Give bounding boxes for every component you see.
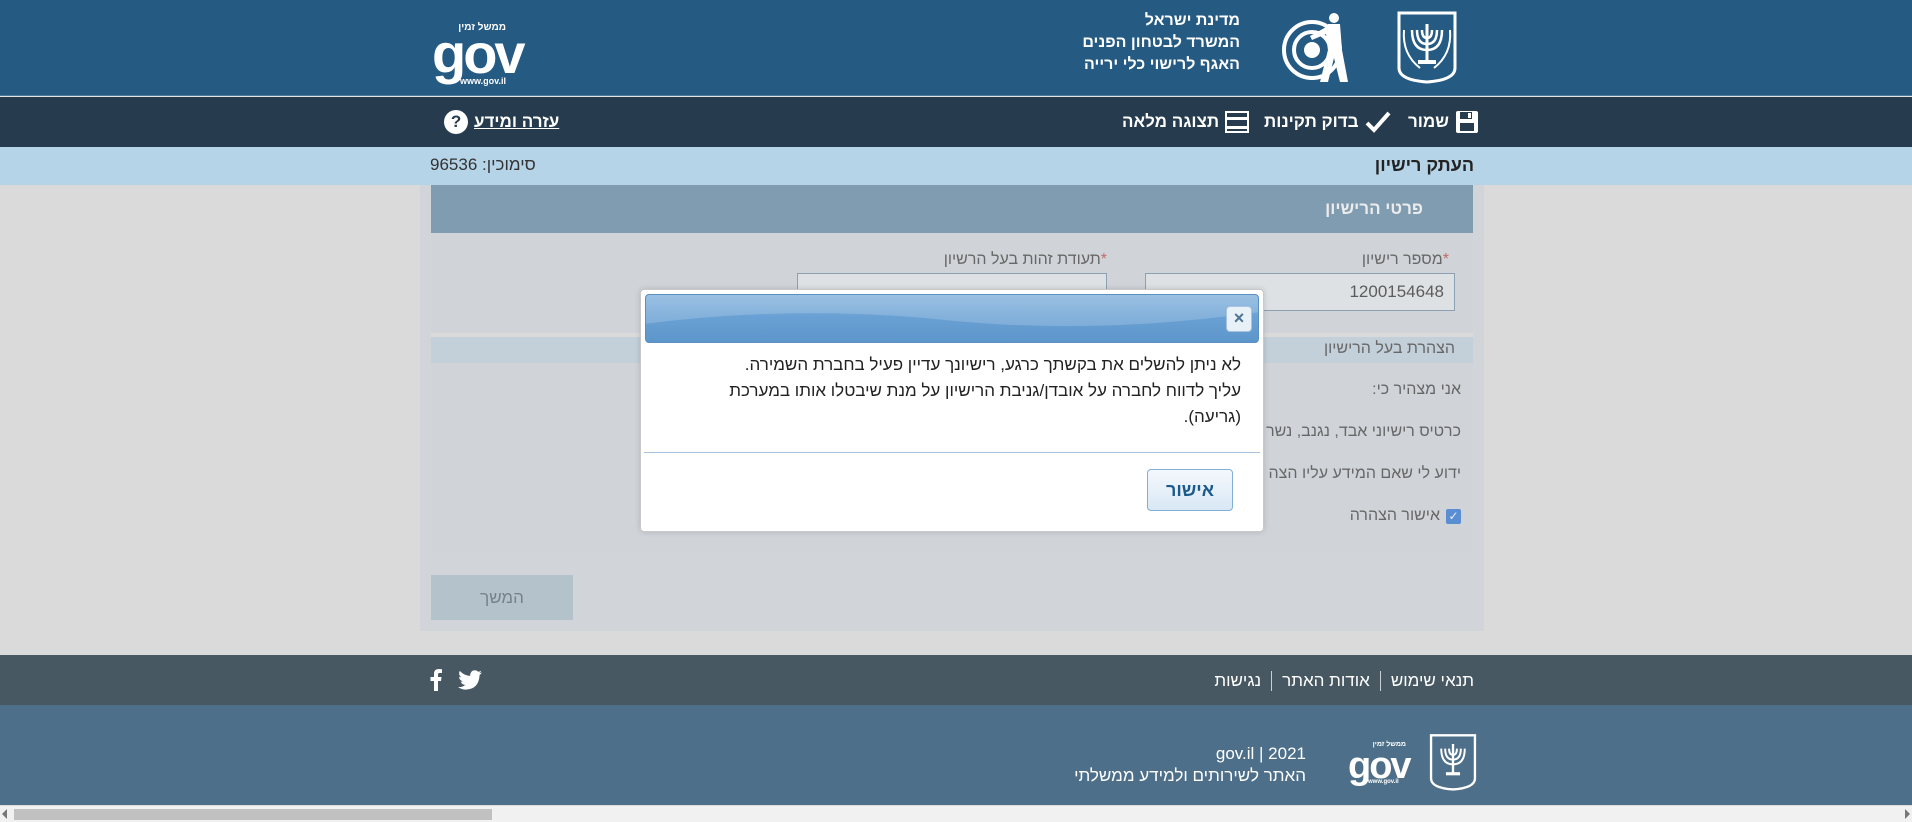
footer-links-bar: תנאי שימוש אודות האתר נגישות xyxy=(0,655,1912,705)
twitter-icon[interactable] xyxy=(458,670,482,690)
ministry-line-2: המשרד לבטחון הפנים xyxy=(1082,34,1240,51)
footer-gov-logo-url: www.gov.il xyxy=(1368,779,1399,785)
target-shooter-logo xyxy=(1282,13,1348,82)
titlebar-wave-decoration xyxy=(646,295,1258,327)
dialog-message-line-2: עליך לדווח לחברה על אובדן/גניבת הרישיון … xyxy=(729,381,1241,400)
footer-link-terms[interactable]: תנאי שימוש xyxy=(1379,671,1474,691)
dialog-titlebar: × xyxy=(645,294,1259,343)
floppy-disk-icon xyxy=(1455,111,1478,133)
ministry-title: מדינת ישראל המשרד לבטחון הפנים האגף לריש… xyxy=(1040,10,1240,76)
checkmark-icon xyxy=(1365,111,1391,133)
gov-logo-url: www.gov.il xyxy=(460,76,507,86)
dialog-message-line-3: (גריעה). xyxy=(1183,407,1241,426)
question-mark-icon: ? xyxy=(444,110,468,134)
toolbar: שמור בדוק תקינות תצוגה מלאה עזרה ומידע ? xyxy=(0,97,1912,147)
help-label: עזרה ומידע xyxy=(474,112,560,131)
footer-link-accessibility[interactable]: נגישות xyxy=(1204,671,1271,691)
footer-copyright: 2021 | gov.il האתר לשירותים ולמידע ממשלת… xyxy=(1050,743,1306,787)
footer: 2021 | gov.il האתר לשירותים ולמידע ממשלת… xyxy=(0,705,1912,805)
save-label: שמור xyxy=(1408,112,1449,131)
footer-link-about[interactable]: אודות האתר xyxy=(1271,671,1380,691)
alert-dialog: × לא ניתן להשלים את בקשתך כרגע, רישיונך … xyxy=(640,289,1264,532)
dialog-message-line-1: לא ניתן להשלים את בקשתך כרגע, רישיונך עד… xyxy=(744,355,1241,374)
gov-logo-text: gov xyxy=(432,22,526,85)
ministry-line-1: מדינת ישראל xyxy=(1144,12,1240,29)
ok-button[interactable]: אישור xyxy=(1147,469,1233,511)
full-view-button[interactable]: תצוגה מלאה xyxy=(1122,109,1250,135)
top-header: ממשל זמין gov www.gov.il מדינת ישראל המש… xyxy=(0,0,1912,96)
save-button[interactable]: שמור xyxy=(1408,109,1479,135)
reference-number: סימוכין: 96536 xyxy=(430,155,536,174)
scrollbar-thumb[interactable] xyxy=(14,809,492,820)
footer-gov-logo[interactable]: ממשל זמין gov www.gov.il xyxy=(1346,741,1412,785)
help-link[interactable]: עזרה ומידע ? xyxy=(444,109,559,135)
scroll-left-icon[interactable] xyxy=(2,809,7,819)
copyright-line: 2021 | gov.il xyxy=(1215,744,1306,763)
state-emblem-logo xyxy=(1397,11,1457,84)
footer-tagline: האתר לשירותים ולמידע ממשלתי xyxy=(1074,766,1306,785)
close-icon[interactable]: × xyxy=(1226,306,1252,332)
validate-label: בדוק תקינות xyxy=(1264,112,1359,131)
footer-links: תנאי שימוש אודות האתר נגישות xyxy=(1204,671,1474,691)
footer-state-emblem-logo xyxy=(1429,734,1477,791)
facebook-icon[interactable] xyxy=(430,669,442,691)
validate-button[interactable]: בדוק תקינות xyxy=(1264,109,1391,135)
dialog-message: לא ניתן להשלים את בקשתך כרגע, רישיונך עד… xyxy=(661,352,1241,430)
social-links xyxy=(430,669,482,691)
gov-logo[interactable]: ממשל זמין gov www.gov.il xyxy=(430,16,526,86)
full-view-label: תצוגה מלאה xyxy=(1122,112,1220,131)
ministry-line-3: האגף לרישוי כלי ירייה xyxy=(1084,56,1240,73)
scroll-right-icon[interactable] xyxy=(1905,809,1910,819)
horizontal-scrollbar[interactable] xyxy=(0,805,1912,822)
page-title: העתק רישיון xyxy=(1374,155,1474,175)
full-screen-icon xyxy=(1225,111,1250,133)
dialog-divider xyxy=(644,452,1260,453)
page-title-bar: העתק רישיון סימוכין: 96536 xyxy=(0,147,1912,185)
